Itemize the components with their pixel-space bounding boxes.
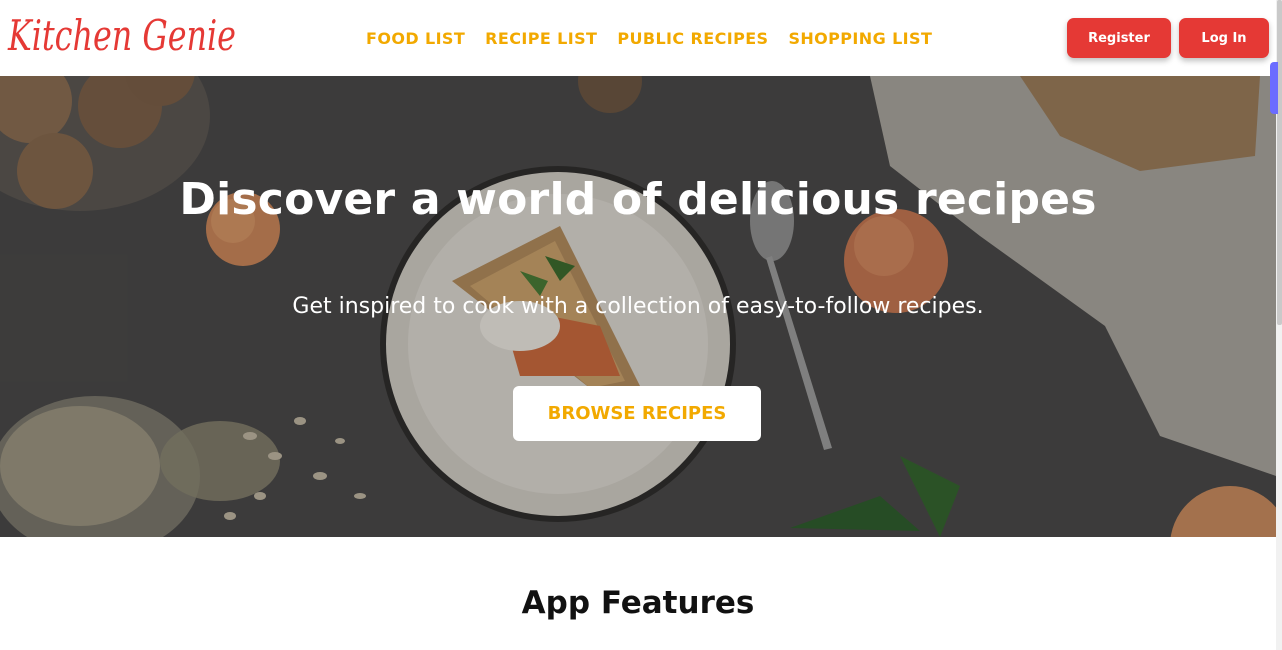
browse-recipes-button[interactable]: BROWSE RECIPES (513, 386, 761, 441)
hero-banner: Discover a world of delicious recipes Ge… (0, 76, 1276, 537)
login-button[interactable]: Log In (1179, 18, 1269, 58)
nav-food-list[interactable]: FOOD LIST (366, 28, 465, 50)
logo-text: Kitchen Genie (7, 11, 236, 60)
hero-subtitle: Get inspired to cook with a collection o… (292, 294, 984, 319)
hero-title: Discover a world of delicious recipes (179, 174, 1097, 225)
nav-shopping-list[interactable]: SHOPPING LIST (788, 28, 932, 50)
site-header: Kitchen Genie FOOD LIST RECIPE LIST PUBL… (0, 0, 1276, 76)
register-button[interactable]: Register (1067, 18, 1171, 58)
page-scrollbar-thumb[interactable] (1277, 0, 1282, 325)
nav-public-recipes[interactable]: PUBLIC RECIPES (617, 28, 768, 50)
kitchen-genie-logo[interactable]: Kitchen Genie (6, 0, 246, 72)
main-nav: FOOD LIST RECIPE LIST PUBLIC RECIPES SHO… (366, 28, 932, 50)
nav-recipe-list[interactable]: RECIPE LIST (485, 28, 597, 50)
side-accent-tab[interactable] (1270, 62, 1278, 114)
app-features-heading: App Features (521, 585, 755, 621)
